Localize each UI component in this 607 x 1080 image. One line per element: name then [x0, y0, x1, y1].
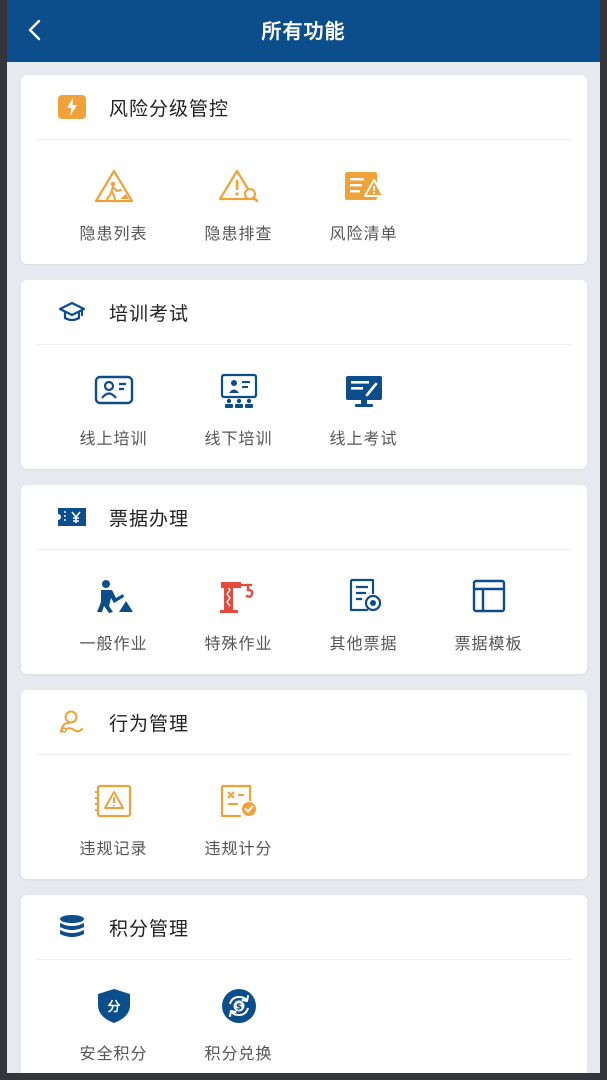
online-training-icon — [92, 369, 136, 413]
database-icon — [57, 912, 87, 942]
item-label: 票据模板 — [454, 634, 523, 653]
svg-text:$: $ — [235, 1003, 241, 1013]
warning-construction-icon — [92, 164, 136, 208]
item-violation-score[interactable]: 违规计分 — [176, 767, 301, 859]
violation-record-icon — [92, 779, 136, 823]
item-hazard-list[interactable]: 隐患列表 — [51, 152, 176, 244]
item-label: 积分兑换 — [204, 1044, 273, 1063]
item-label: 线下培训 — [204, 429, 273, 448]
lightning-icon — [57, 92, 87, 122]
section-header: 培训考试 — [37, 280, 571, 345]
item-safety-points[interactable]: 分 安全积分 — [51, 972, 176, 1064]
list-warning-icon — [342, 164, 386, 208]
item-general-work[interactable]: 一般作业 — [51, 562, 176, 654]
item-label: 隐患列表 — [79, 224, 148, 243]
section-title: 培训考试 — [109, 302, 190, 325]
item-online-exam[interactable]: 线上考试 — [301, 357, 426, 449]
section-risk-control: 风险分级管控 隐患列表 隐患排查 风险清单 — [21, 75, 587, 264]
item-special-work[interactable]: 特殊作业 — [176, 562, 301, 654]
item-hazard-inspection[interactable]: 隐患排查 — [176, 152, 301, 244]
item-label: 安全积分 — [79, 1044, 148, 1063]
section-title: 风险分级管控 — [109, 97, 230, 120]
item-label: 其他票据 — [329, 634, 398, 653]
section-title: 积分管理 — [109, 917, 190, 940]
item-label: 特殊作业 — [204, 634, 273, 653]
person-behavior-icon — [57, 707, 87, 737]
section-header: 行为管理 — [37, 690, 571, 755]
app-screen: 所有功能 风险分级管控 隐患列表 隐患排查 风险清单 培训考试 线上培训 线下培… — [7, 0, 600, 1073]
top-bar: 所有功能 — [7, 0, 600, 62]
section-points-management: 积分管理 分 安全积分 $ 积分兑换 — [21, 895, 587, 1073]
section-behavior-management: 行为管理 违规记录 违规计分 — [21, 690, 587, 879]
item-online-training[interactable]: 线上培训 — [51, 357, 176, 449]
exam-monitor-icon — [342, 369, 386, 413]
shield-glyph: 分 — [107, 999, 120, 1015]
item-label: 违规计分 — [204, 839, 273, 858]
item-offline-training[interactable]: 线下培训 — [176, 357, 301, 449]
section-title: 票据办理 — [109, 507, 190, 530]
worker-icon — [92, 574, 136, 618]
classroom-icon — [217, 369, 261, 413]
warning-search-icon — [217, 164, 261, 208]
template-icon — [467, 574, 511, 618]
page-title: 所有功能 — [261, 19, 346, 43]
document-stamp-icon — [342, 574, 386, 618]
item-label: 线上考试 — [329, 429, 398, 448]
violation-score-icon — [217, 779, 261, 823]
shield-points-icon: 分 — [92, 984, 136, 1028]
item-label: 风险清单 — [329, 224, 398, 243]
ticket-yuan-icon — [57, 502, 87, 532]
section-title: 行为管理 — [109, 712, 190, 735]
item-ticket-template[interactable]: 票据模板 — [426, 562, 551, 654]
item-violation-record[interactable]: 违规记录 — [51, 767, 176, 859]
item-label: 一般作业 — [79, 634, 148, 653]
section-training-exam: 培训考试 线上培训 线下培训 线上考试 — [21, 280, 587, 469]
section-header: 票据办理 — [37, 485, 571, 550]
crane-icon — [217, 574, 261, 618]
item-points-exchange[interactable]: $ 积分兑换 — [176, 972, 301, 1064]
exchange-icon: $ — [217, 984, 261, 1028]
section-header: 积分管理 — [37, 895, 571, 960]
section-ticket-handling: 票据办理 一般作业 特殊作业 其他票据 票据模板 — [21, 485, 587, 674]
item-label: 违规记录 — [79, 839, 148, 858]
graduation-cap-icon — [57, 297, 87, 327]
item-label: 隐患排查 — [204, 224, 273, 243]
item-risk-list[interactable]: 风险清单 — [301, 152, 426, 244]
function-list: 风险分级管控 隐患列表 隐患排查 风险清单 培训考试 线上培训 线下培训 线上考… — [21, 75, 587, 1073]
section-header: 风险分级管控 — [37, 75, 571, 140]
item-label: 线上培训 — [79, 429, 148, 448]
item-other-tickets[interactable]: 其他票据 — [301, 562, 426, 654]
